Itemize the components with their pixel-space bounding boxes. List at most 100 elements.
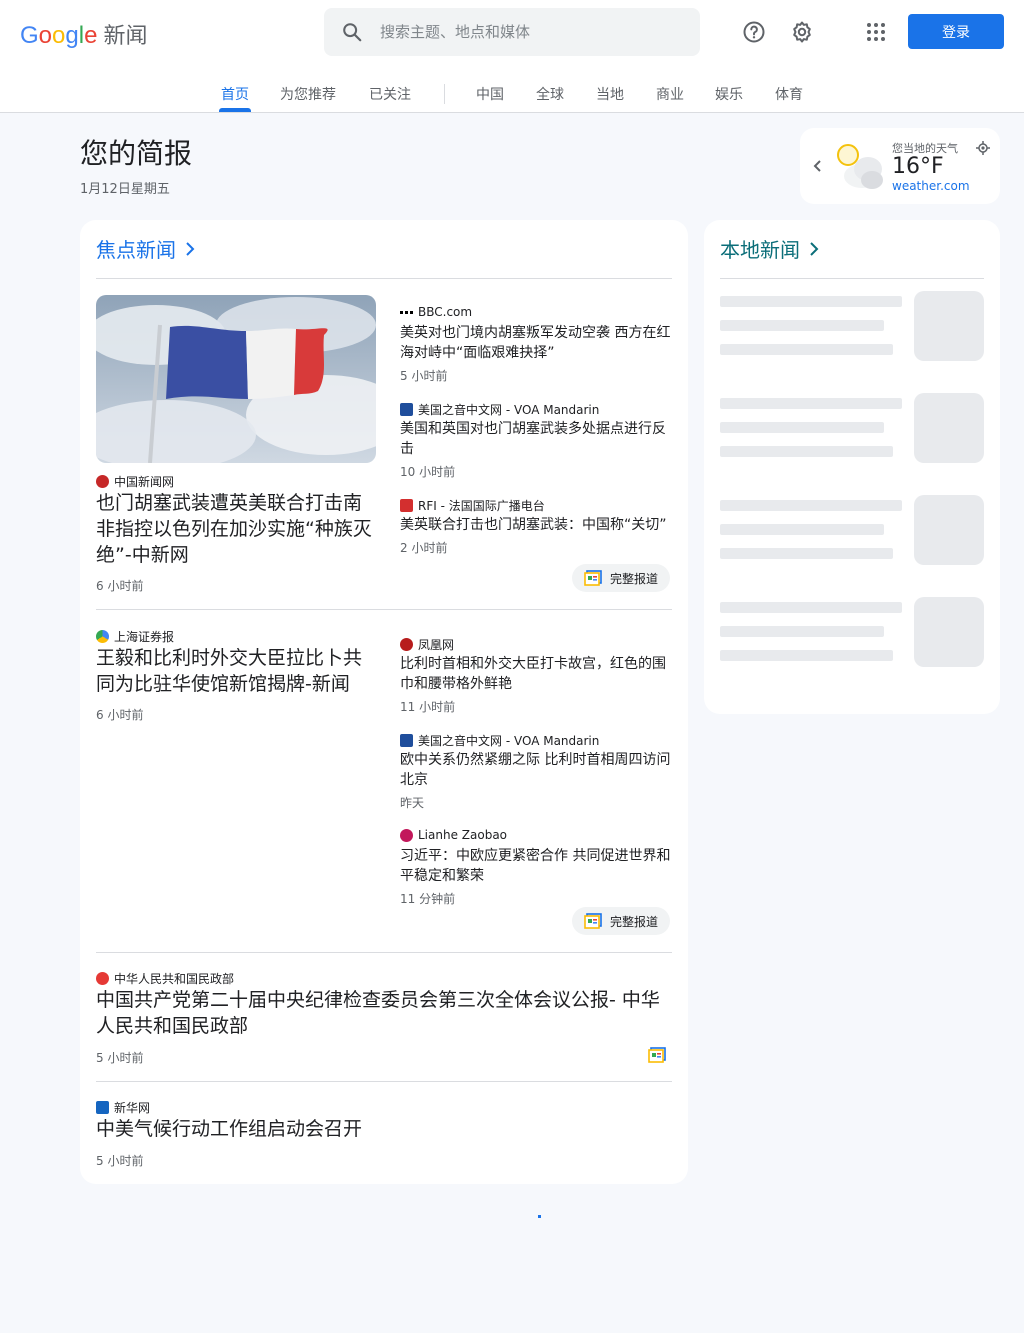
article-headline[interactable]: 美国和英国对也门胡塞武装多处据点进行反击 xyxy=(400,419,672,459)
publisher-icon xyxy=(96,630,109,643)
search-icon[interactable] xyxy=(324,8,380,56)
article-headline[interactable]: 欧中关系仍然紧绷之际 比利时首相周四访问北京 xyxy=(400,750,672,790)
full-coverage-icon xyxy=(584,570,602,586)
tab-following[interactable]: 已关注 xyxy=(369,84,411,112)
loading-indicator xyxy=(538,1215,541,1218)
local-news-heading[interactable]: 本地新闻 xyxy=(720,234,822,263)
ifeng-icon xyxy=(400,638,413,651)
full-coverage-label: 完整报道 xyxy=(610,914,659,929)
article-time: 6 小时前 xyxy=(96,579,144,593)
chevron-right-icon xyxy=(186,241,195,256)
article-headline[interactable]: 习近平：中欧应更紧密合作 共同促进世界和平稳定和繁荣 xyxy=(400,846,672,886)
tab-entertainment[interactable]: 娱乐 xyxy=(715,84,743,112)
article-time: 11 小时前 xyxy=(400,700,456,714)
article-headline[interactable]: 也门胡塞武装遭英美联合打击南非指控以色列在加沙实施“种族灭绝”-中新网 xyxy=(96,490,380,568)
page-title: 您的简报 xyxy=(80,137,193,170)
weather-source-link[interactable]: weather.com xyxy=(892,179,970,193)
source-label: 美国之音中文网 - VOA Mandarin xyxy=(400,401,599,418)
logo-letter: o xyxy=(52,22,66,49)
full-coverage-button[interactable]: 完整报道 xyxy=(572,907,671,935)
weather-widget[interactable]: 您当地的天气 16°F weather.com xyxy=(800,128,1000,204)
local-news-card: 本地新闻 xyxy=(704,220,1000,714)
article-time: 5 小时前 xyxy=(400,369,448,383)
search-bar[interactable] xyxy=(324,8,700,56)
divider xyxy=(96,1081,672,1082)
source-label: Lianhe Zaobao xyxy=(400,828,507,842)
article-time: 2 小时前 xyxy=(400,541,448,555)
rfi-icon xyxy=(400,499,413,512)
full-coverage-icon xyxy=(584,913,602,929)
divider xyxy=(96,609,672,610)
section-nav: 首页 为您推荐 已关注 中国 全球 当地 商业 娱乐 体育 xyxy=(0,76,1024,112)
article-headline[interactable]: 美英对也门境内胡塞叛军发动空袭 西方在红海对峙中“面临艰难抉择” xyxy=(400,323,672,363)
article-headline[interactable]: 王毅和比利时外交大臣拉比卜共同为比驻华使馆新馆揭牌-新闻 xyxy=(96,645,380,697)
article-headline[interactable]: 比利时首相和外交大臣打卡故宫，红色的围巾和腰带格外鲜艳 xyxy=(400,654,672,694)
apps-grid-icon[interactable] xyxy=(856,12,896,52)
weather-temperature: 16°F xyxy=(892,154,944,179)
source-name: 美国之音中文网 - VOA Mandarin xyxy=(418,734,600,748)
local-news-title: 本地新闻 xyxy=(720,238,800,262)
settings-gear-icon[interactable] xyxy=(782,12,822,52)
article-time: 10 小时前 xyxy=(400,465,456,479)
source-name: 新华网 xyxy=(114,1101,151,1115)
full-coverage-icon[interactable] xyxy=(648,1047,666,1067)
article-time: 6 小时前 xyxy=(96,708,144,722)
logo-letter: o xyxy=(38,22,53,49)
source-name: 上海证券报 xyxy=(114,630,175,644)
publisher-icon xyxy=(96,475,109,488)
source-name: BBC.com xyxy=(418,305,473,319)
tab-local[interactable]: 当地 xyxy=(596,84,624,112)
top-stories-card: 焦点新闻 中国新闻网 也门胡塞武装遭英美联合打击南非指控以色列在加沙实施“种族灭… xyxy=(80,220,688,1184)
tab-home[interactable]: 首页 xyxy=(219,84,251,112)
source-label: 美国之音中文网 - VOA Mandarin xyxy=(400,732,599,749)
article-time: 5 小时前 xyxy=(96,1051,144,1065)
briefing-date: 1月12日星期五 xyxy=(80,182,170,197)
article-headline[interactable]: 中国共产党第二十届中央纪律检查委员会第三次全体会议公报- 中华人民共和国民政部 xyxy=(96,987,674,1039)
article-time: 11 分钟前 xyxy=(400,892,456,906)
full-coverage-label: 完整报道 xyxy=(610,571,659,586)
product-name: 新闻 xyxy=(103,24,148,49)
source-label: RFI - 法国国际广播电台 xyxy=(400,497,545,514)
source-label: 凤凰网 xyxy=(400,636,454,653)
source-name: 美国之音中文网 - VOA Mandarin xyxy=(418,403,600,417)
tab-sports[interactable]: 体育 xyxy=(775,84,803,112)
top-stories-title: 焦点新闻 xyxy=(96,238,176,262)
article-time: 5 小时前 xyxy=(96,1154,144,1168)
logo-letter: e xyxy=(84,22,98,49)
article-headline[interactable]: 中美气候行动工作组启动会召开 xyxy=(96,1116,674,1142)
google-wordmark: Google xyxy=(20,22,97,50)
search-input[interactable] xyxy=(380,23,670,41)
source-name: RFI - 法国国际广播电台 xyxy=(418,499,545,513)
tab-for-you[interactable]: 为您推荐 xyxy=(280,84,336,112)
tab-world[interactable]: 全球 xyxy=(536,84,564,112)
chevron-left-icon[interactable] xyxy=(810,156,826,176)
location-icon[interactable] xyxy=(976,140,990,155)
top-stories-heading[interactable]: 焦点新闻 xyxy=(96,234,198,263)
voa-icon xyxy=(400,734,413,747)
google-news-logo[interactable]: Google 新闻 xyxy=(20,18,147,50)
article-time: 昨天 xyxy=(400,796,425,810)
article-thumbnail-french-flag[interactable] xyxy=(96,295,376,463)
source-name: Lianhe Zaobao xyxy=(418,828,508,842)
source-name: 中华人民共和国民政部 xyxy=(114,972,235,986)
tab-china[interactable]: 中国 xyxy=(476,84,504,112)
logo-letter: g xyxy=(65,22,79,49)
voa-icon xyxy=(400,403,413,416)
tab-business[interactable]: 商业 xyxy=(656,84,684,112)
help-icon[interactable] xyxy=(734,12,774,52)
divider xyxy=(96,278,672,279)
source-name: 凤凰网 xyxy=(418,638,455,652)
top-bar: Google 新闻 登录 首页 为您推荐 已关注 中国 全球 当地 商业 娱乐 … xyxy=(0,0,1024,113)
partly-cloudy-icon xyxy=(832,140,888,192)
source-label: 新华网 xyxy=(96,1099,150,1116)
bbc-icon xyxy=(400,305,413,319)
full-coverage-button[interactable]: 完整报道 xyxy=(572,564,671,592)
article-headline[interactable]: 美英联合打击也门胡塞武装：中国称“关切” xyxy=(400,515,672,535)
nav-divider xyxy=(444,84,445,104)
source-name: 中国新闻网 xyxy=(114,475,175,489)
sign-in-button[interactable]: 登录 xyxy=(908,14,1004,49)
zaobao-icon xyxy=(400,828,413,842)
divider xyxy=(720,278,984,279)
ministry-emblem-icon xyxy=(96,972,109,985)
divider xyxy=(96,952,672,953)
